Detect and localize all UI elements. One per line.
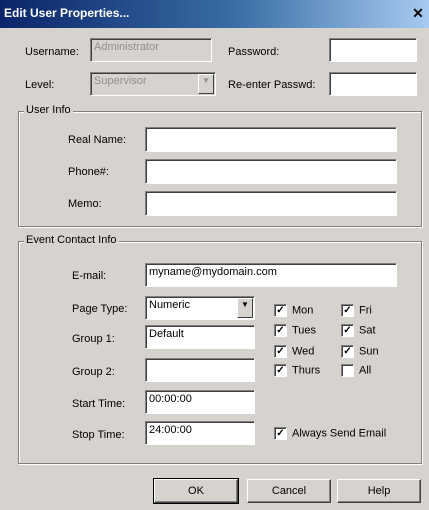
checkbox-tues[interactable]: ✓ Tues <box>274 324 316 337</box>
checkbox-mon[interactable]: ✓ Mon <box>274 304 313 317</box>
username-label: Username: <box>25 46 79 58</box>
unchecked-box-icon <box>341 364 354 377</box>
password-label: Password: <box>228 46 280 58</box>
page-type-label: Page Type: <box>72 303 128 315</box>
event-contact-legend: Event Contact Info <box>24 234 119 246</box>
check-icon: ✓ <box>274 427 287 440</box>
user-info-legend: User Info <box>24 104 73 116</box>
checkbox-sun[interactable]: ✓ Sun <box>341 345 379 358</box>
title-bar[interactable]: Edit User Properties... ✕ <box>0 0 429 28</box>
checkbox-always-send-email[interactable]: ✓ Always Send Email <box>274 427 386 440</box>
stop-time-label: Stop Time: <box>72 429 125 441</box>
page-type-select[interactable]: Numeric ▼ <box>145 296 255 320</box>
check-icon: ✓ <box>341 345 354 358</box>
group1-label: Group 1: <box>72 333 115 345</box>
check-icon: ✓ <box>274 304 287 317</box>
level-label: Level: <box>25 79 55 91</box>
chevron-down-icon[interactable]: ▼ <box>237 298 253 318</box>
checkbox-wed[interactable]: ✓ Wed <box>274 345 314 358</box>
check-icon: ✓ <box>274 364 287 377</box>
checkbox-all[interactable]: All <box>341 364 371 377</box>
check-icon: ✓ <box>274 324 287 337</box>
checkbox-fri[interactable]: ✓ Fri <box>341 304 372 317</box>
group2-field[interactable] <box>145 358 255 382</box>
username-field: Administrator <box>90 38 212 62</box>
dialog-title: Edit User Properties... <box>4 6 130 20</box>
phone-field[interactable] <box>145 159 397 184</box>
email-field[interactable]: myname@mydomain.com <box>145 263 397 287</box>
email-label: E-mail: <box>72 270 107 282</box>
cancel-button[interactable]: Cancel <box>247 479 331 503</box>
phone-label: Phone#: <box>68 166 109 178</box>
check-icon: ✓ <box>341 324 354 337</box>
close-icon[interactable]: ✕ <box>409 4 427 22</box>
reenter-password-label: Re-enter Passwd: <box>228 79 316 91</box>
dialog-window: Edit User Properties... ✕ Username: Admi… <box>0 0 429 510</box>
level-select: Supervisor ▼ <box>90 72 216 96</box>
group2-label: Group 2: <box>72 366 115 378</box>
reenter-password-field[interactable] <box>329 72 417 96</box>
memo-field[interactable] <box>145 191 397 216</box>
start-time-label: Start Time: <box>72 398 126 410</box>
help-button[interactable]: Help <box>337 479 421 503</box>
memo-label: Memo: <box>68 198 102 210</box>
real-name-field[interactable] <box>145 127 397 152</box>
checkbox-sat[interactable]: ✓ Sat <box>341 324 376 337</box>
chevron-down-icon: ▼ <box>198 74 214 94</box>
group1-field[interactable]: Default <box>145 325 255 349</box>
start-time-field[interactable]: 00:00:00 <box>145 390 255 414</box>
stop-time-field[interactable]: 24:00:00 <box>145 421 255 445</box>
real-name-label: Real Name: <box>68 134 127 146</box>
ok-button[interactable]: OK <box>153 478 239 504</box>
level-value: Supervisor <box>94 75 147 87</box>
checkbox-thurs[interactable]: ✓ Thurs <box>274 364 320 377</box>
check-icon: ✓ <box>341 304 354 317</box>
check-icon: ✓ <box>274 345 287 358</box>
page-type-value: Numeric <box>149 299 190 311</box>
password-field[interactable] <box>329 38 417 62</box>
